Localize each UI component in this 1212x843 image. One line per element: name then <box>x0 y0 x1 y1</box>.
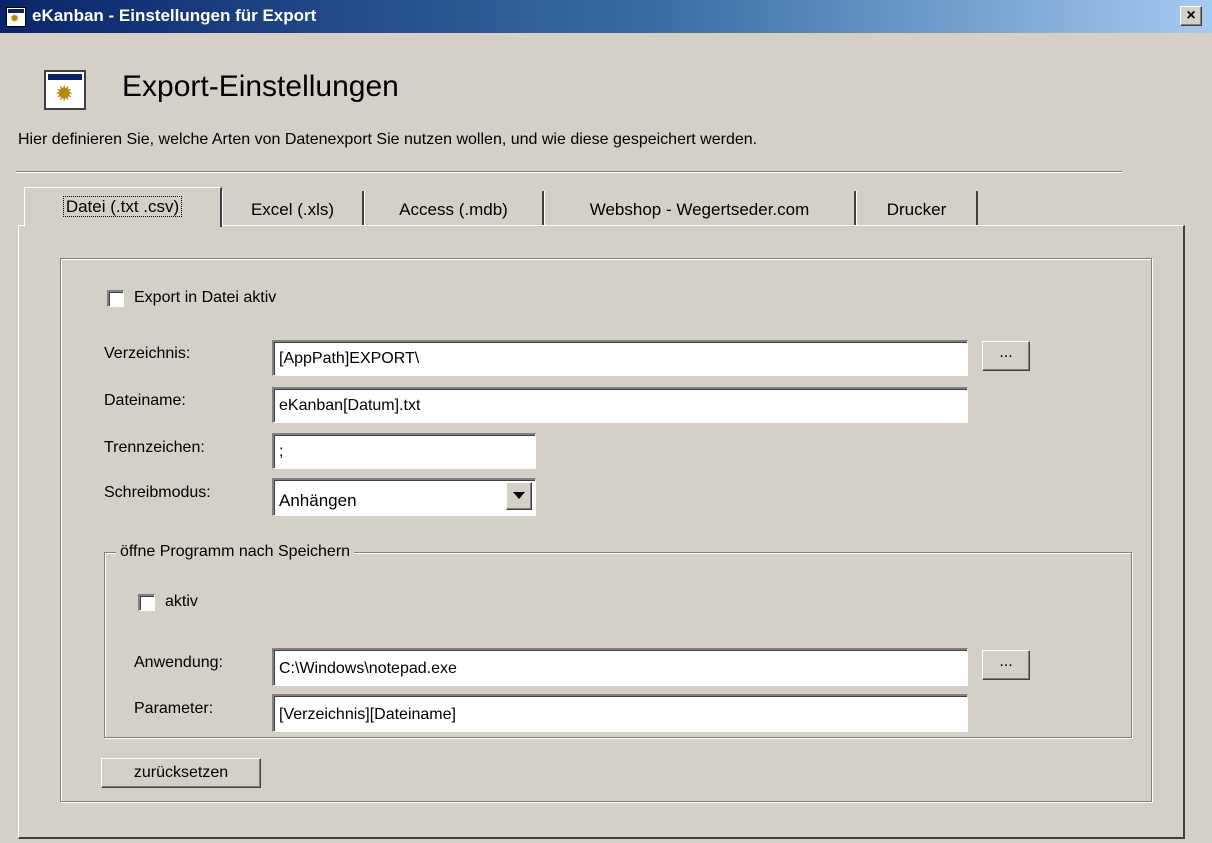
anwendung-label: Anwendung: <box>134 654 223 671</box>
export-active-checkbox[interactable] <box>107 290 124 307</box>
verzeichnis-label: Verzeichnis: <box>104 345 191 362</box>
tab-drucker[interactable]: Drucker <box>856 191 978 225</box>
tab-access[interactable]: Access (.mdb) <box>364 191 544 225</box>
reset-button[interactable]: zurücksetzen <box>101 758 261 788</box>
dateiname-label: Dateiname: <box>104 392 186 409</box>
open-program-active-label: aktiv <box>165 593 198 610</box>
close-button[interactable]: × <box>1180 6 1202 26</box>
export-active-label: Export in Datei aktiv <box>134 289 277 306</box>
verzeichnis-browse-button[interactable]: ... <box>982 341 1030 371</box>
anwendung-browse-button[interactable]: ... <box>982 650 1030 680</box>
dateiname-input[interactable]: eKanban[Datum].txt <box>272 387 968 423</box>
page-description: Hier definieren Sie, welche Arten von Da… <box>18 131 758 148</box>
page-title: Export-Einstellungen <box>122 70 399 103</box>
settings-icon: ✹ <box>44 70 86 110</box>
open-program-legend: öffne Programm nach Speichern <box>116 543 355 561</box>
open-program-active-checkbox[interactable] <box>138 594 155 611</box>
trennzeichen-label: Trennzeichen: <box>104 439 205 456</box>
parameter-label: Parameter: <box>134 700 214 717</box>
tab-datei[interactable]: Datei (.txt .csv) <box>24 187 222 227</box>
separator <box>16 171 1122 173</box>
tab-excel[interactable]: Excel (.xls) <box>222 191 364 225</box>
trennzeichen-input[interactable]: ; <box>272 433 536 469</box>
title-bar: ✹ eKanban - Einstellungen für Export × <box>0 0 1212 33</box>
parameter-input[interactable]: [Verzeichnis][Dateiname] <box>272 694 968 732</box>
app-icon: ✹ <box>6 7 26 27</box>
chevron-down-icon[interactable] <box>506 482 532 510</box>
window-title: eKanban - Einstellungen für Export <box>32 6 317 25</box>
schreibmodus-label: Schreibmodus: <box>104 484 211 501</box>
tab-webshop[interactable]: Webshop - Wegertseder.com <box>544 191 856 225</box>
anwendung-input[interactable]: C:\Windows\notepad.exe <box>272 648 968 686</box>
schreibmodus-select[interactable]: Anhängen <box>272 478 536 516</box>
verzeichnis-input[interactable]: [AppPath]EXPORT\ <box>272 340 968 376</box>
